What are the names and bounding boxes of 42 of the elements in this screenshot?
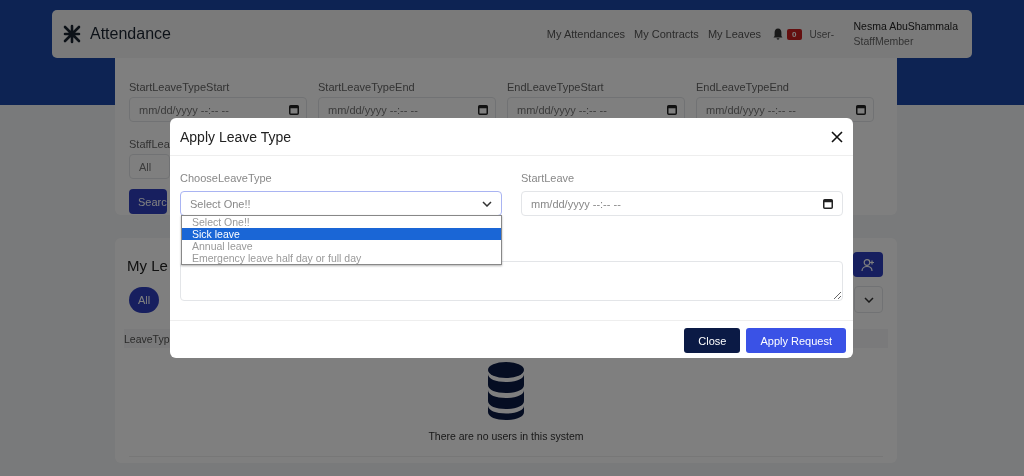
calendar-icon <box>856 104 866 115</box>
nav-link[interactable]: My Contracts <box>634 28 699 40</box>
chevron-down-icon <box>863 296 874 303</box>
avatar-alt-text: User- <box>809 28 835 40</box>
add-user-button[interactable] <box>853 252 883 277</box>
field-label: StartLeave <box>521 172 576 184</box>
database-icon <box>488 362 524 420</box>
nav-link[interactable]: My Attendances <box>546 28 626 40</box>
logo-icon <box>62 24 82 44</box>
column-header: LeaveTyp <box>124 332 170 345</box>
user-role: StaffMember <box>853 34 915 49</box>
nav-link[interactable]: My Leaves <box>707 28 762 40</box>
chevron-down-icon <box>482 200 492 207</box>
close-icon[interactable] <box>831 130 843 143</box>
select-field[interactable] <box>854 286 883 313</box>
field-label: EndLeaveTypeStart <box>507 81 604 93</box>
search-button[interactable]: Searc <box>129 189 167 214</box>
filter-pill[interactable]: All <box>129 286 159 313</box>
calendar-icon <box>289 104 299 115</box>
calendar-icon <box>667 104 677 115</box>
dropdown-option[interactable]: Emergency leave half day or full day <box>182 252 501 264</box>
field-label: StaffLea <box>129 138 170 150</box>
empty-state-message: There are no users in this system <box>428 430 584 442</box>
modal-title: Apply Leave Type <box>180 128 292 145</box>
user-plus-icon <box>861 257 875 272</box>
apply-request-button[interactable]: Apply Request <box>746 328 846 353</box>
field-label: ChooseLeaveType <box>180 172 273 184</box>
notification-badge: 0 <box>787 28 802 40</box>
close-button[interactable]: Close <box>684 328 741 353</box>
field-label: EndLeaveTypeEnd <box>696 81 789 93</box>
user-name: Nesma AbuShammala <box>853 19 958 34</box>
dropdown-option[interactable]: Sick leave <box>182 228 501 240</box>
section-title: My Le <box>127 257 168 274</box>
field-label: StartLeaveTypeStart <box>129 81 230 93</box>
dropdown-option[interactable]: Select One!! <box>182 216 501 228</box>
dropdown-option[interactable]: Annual leave <box>182 240 501 252</box>
app-title: Attendance <box>90 25 171 43</box>
field-label: StartLeaveTypeEnd <box>318 81 415 93</box>
bell-icon[interactable] <box>773 28 784 40</box>
calendar-icon <box>478 104 488 115</box>
calendar-icon <box>823 198 833 209</box>
date-field[interactable]: mm/dd/yyyy --:-- -- <box>521 191 843 216</box>
